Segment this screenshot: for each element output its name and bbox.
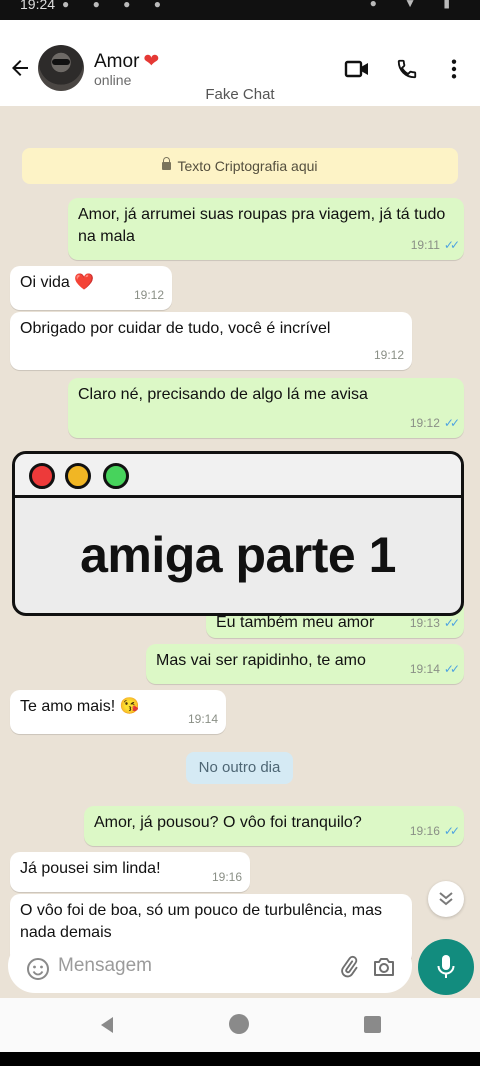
chat-subtitle: Fake Chat <box>205 86 275 103</box>
read-receipt-icon: ✓✓ <box>443 616 460 630</box>
nav-home-icon[interactable] <box>229 1014 249 1034</box>
voice-message-button[interactable] <box>418 939 474 995</box>
whatsapp-chat-screen: 19:24 ● ● ● ● ● ▼ ▮ Amor ❤ online Fake Ch… <box>0 0 480 1066</box>
phone-call-icon[interactable] <box>394 58 420 80</box>
overlay-window-bar <box>15 454 461 498</box>
system-navigation-bar <box>0 998 480 1052</box>
yellow-dot-icon <box>65 463 91 489</box>
message-time: 19:12 <box>373 348 404 362</box>
microphone-icon <box>437 955 455 978</box>
heart-emoji: ❤ <box>143 51 160 72</box>
message-time: 19:13 <box>409 616 440 630</box>
read-receipt-icon: ✓✓ <box>443 416 460 430</box>
composer-pill[interactable] <box>8 939 412 993</box>
message-text: Claro né, precisando de algo lá me avisa <box>78 386 368 403</box>
contact-name[interactable]: Amor ❤ <box>94 50 159 73</box>
read-receipt-icon: ✓✓ <box>443 238 460 252</box>
message-meta: 19:12 <box>374 344 404 366</box>
encryption-notice-text: Texto Criptografia aqui <box>177 158 318 174</box>
message-bubble-outgoing[interactable]: Amor, já pousou? O vôo foi tranquilo? 19… <box>84 806 464 846</box>
bottom-bezel <box>0 1052 480 1066</box>
video-call-icon[interactable] <box>344 58 370 80</box>
message-time: 19:14 <box>187 712 218 726</box>
system-icons: ● ▼ ▮ <box>369 0 462 10</box>
read-receipt-icon: ✓✓ <box>443 662 460 676</box>
more-options-icon[interactable] <box>444 58 464 80</box>
overlay-title: amiga parte 1 <box>80 527 396 583</box>
message-meta: 19:12 ✓✓ <box>409 412 460 434</box>
read-receipt-icon: ✓✓ <box>443 824 460 838</box>
message-bubble-outgoing[interactable]: Amor, já arrumei suas roupas pra viagem,… <box>68 198 464 260</box>
message-time: 19:14 <box>409 662 440 676</box>
message-time: 19:12 <box>409 416 440 430</box>
message-composer <box>0 934 480 998</box>
message-meta: 19:12 <box>134 284 164 306</box>
double-chevron-down-icon <box>439 892 453 906</box>
message-text: Amor, já pousou? O vôo foi tranquilo? <box>94 814 362 831</box>
title-overlay-card: amiga parte 1 <box>12 451 464 616</box>
message-meta: 19:14 <box>188 708 218 730</box>
red-dot-icon <box>29 463 55 489</box>
message-bubble-incoming[interactable]: Te amo mais! 😘 19:14 <box>10 690 226 734</box>
message-time: 19:11 <box>410 238 440 252</box>
nav-back-icon[interactable] <box>98 1016 116 1034</box>
message-time: 19:12 <box>133 288 164 302</box>
paperclip-icon[interactable] <box>338 955 360 979</box>
lock-icon <box>162 157 172 170</box>
encryption-notice: Texto Criptografia aqui <box>22 148 458 184</box>
message-meta: 19:16 ✓✓ <box>409 820 460 842</box>
message-time: 19:16 <box>409 824 440 838</box>
contact-avatar[interactable] <box>38 45 84 91</box>
date-divider: No outro dia <box>186 752 293 784</box>
status-time: 19:24 <box>20 0 56 12</box>
message-meta: 19:11 ✓✓ <box>410 234 460 256</box>
contact-name-text: Amor <box>94 51 140 72</box>
message-bubble-incoming[interactable]: Obrigado por cuidar de tudo, você é incr… <box>10 312 412 370</box>
nav-recents-icon[interactable] <box>364 1016 381 1033</box>
message-text: Amor, já arrumei suas roupas pra viagem,… <box>78 206 446 245</box>
chat-header: Amor ❤ online Fake Chat <box>0 20 480 106</box>
message-text: Obrigado por cuidar de tudo, você é incr… <box>20 320 331 337</box>
message-bubble-incoming[interactable]: Oi vida ❤️ 19:12 <box>10 266 172 310</box>
message-text: Já pousei sim linda! <box>20 860 161 877</box>
back-arrow-icon[interactable] <box>8 56 32 80</box>
message-input[interactable] <box>58 953 318 979</box>
status-bar: 19:24 ● ● ● ● ● ▼ ▮ <box>0 0 480 20</box>
message-meta: 19:16 <box>212 866 242 888</box>
message-bubble-outgoing[interactable]: Mas vai ser rapidinho, te amo 19:14 ✓✓ <box>146 644 464 684</box>
message-time: 19:16 <box>211 870 242 884</box>
scroll-to-bottom-button[interactable] <box>428 881 464 917</box>
camera-icon[interactable] <box>372 956 396 978</box>
green-dot-icon <box>103 463 129 489</box>
message-bubble-outgoing[interactable]: Claro né, precisando de algo lá me avisa… <box>68 378 464 438</box>
message-text: Te amo mais! 😘 <box>20 698 140 715</box>
emoji-icon[interactable] <box>26 957 50 981</box>
notification-icons: ● ● ● ● <box>62 0 171 11</box>
message-bubble-incoming[interactable]: Já pousei sim linda! 19:16 <box>10 852 250 892</box>
message-meta: 19:14 ✓✓ <box>409 658 460 680</box>
